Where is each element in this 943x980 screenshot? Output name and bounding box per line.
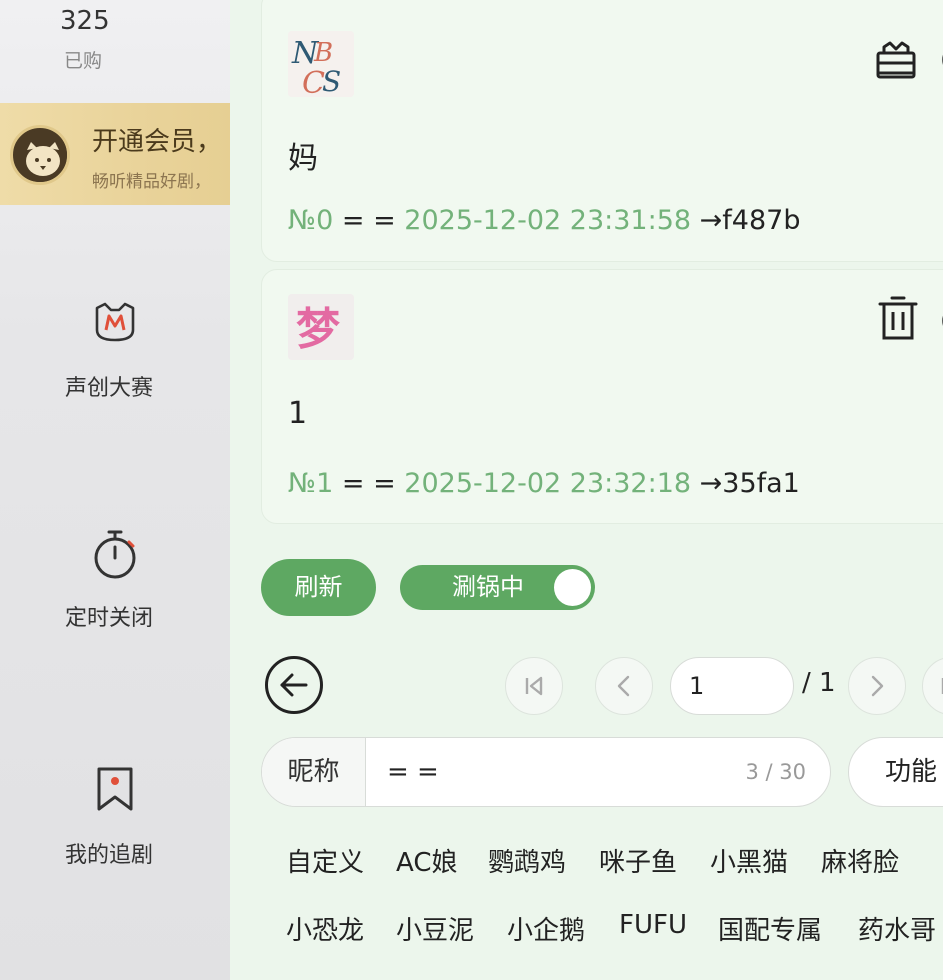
chevron-right-icon [871,675,884,697]
message-time: 2025-12-02 23:32:18 [404,468,692,499]
cat-m-icon [95,302,135,342]
vip-banner[interactable]: 开通会员， 畅听精品好剧， [0,103,230,205]
message-card: 梦 g 1 №1 = = 2025-12-02 23:32:18 →35fa1 [261,269,943,524]
voice-option[interactable]: 麻将脸 [821,842,899,879]
message-index: №0 [288,205,334,236]
vip-title: 开通会员， [92,127,223,157]
prev-page-button[interactable] [595,657,653,715]
message-meta: №0 = = 2025-12-02 23:31:58 →f487b [288,205,800,236]
first-page-icon [525,676,543,696]
trash-icon[interactable] [876,296,920,340]
sidebar-item-label: 声创大赛 [65,376,154,401]
last-page-button[interactable] [922,657,943,715]
message-hash: →f487b [699,205,801,236]
vip-subtitle: 畅听精品好剧， [92,172,211,192]
back-button[interactable] [265,656,323,714]
danmaku-panel: N B C S g 妈 №0 = = 2025-12-02 23:31:58 →… [230,0,943,980]
message-text: 妈 [288,141,318,176]
nickname-field[interactable]: 昵称 = = 3 / 30 [261,737,831,807]
sidebar-item-timer[interactable]: 定时关闭 [0,528,230,632]
purchased-label: 已购 [64,50,103,72]
chevron-left-icon [617,675,630,697]
message-sender: = = [341,205,396,236]
sidebar-item-contest[interactable]: 声创大赛 [0,298,230,402]
voice-option[interactable]: 小豆泥 [396,910,474,947]
message-text: 1 [288,396,308,431]
page-input[interactable]: 1 [670,657,794,715]
voice-option[interactable]: FUFU [619,910,687,940]
message-meta: №1 = = 2025-12-02 23:32:18 →35fa1 [288,468,800,499]
refresh-button[interactable]: 刷新 [261,559,376,616]
toggle-knob [554,569,591,606]
toggle-switch[interactable]: 涮锅中 [400,565,595,610]
meng-avatar-icon: 梦 [288,294,354,360]
sidebar: 325 已购 开通会员， 畅听精品好剧， 声创大赛 定时关闭 我的追剧 [0,0,230,980]
voice-option[interactable]: 鹦鹉鸡 [488,842,566,879]
last-page-icon [941,678,943,694]
sidebar-item-following[interactable]: 我的追剧 [0,765,230,869]
nickname-char-count: 3 / 30 [745,760,806,784]
page-total: / 1 [802,668,836,698]
nickname-label: 昵称 [262,738,366,806]
voice-option[interactable]: 小企鹅 [507,910,585,947]
svg-text:S: S [322,65,341,97]
gift-icon[interactable] [874,37,918,81]
message-hash: →35fa1 [699,468,800,499]
voice-option[interactable]: AC娘 [396,842,457,879]
svg-text:B: B [313,38,333,68]
nbcs-avatar-icon: N B C S [288,31,354,97]
next-page-button[interactable] [848,657,906,715]
arrow-left-icon [280,673,308,697]
nickname-input[interactable]: = = [387,738,439,806]
timer-icon [94,530,136,579]
purchased-count: 325 [60,6,110,36]
message-index: №1 [288,468,334,499]
bookmark-icon [97,767,133,811]
message-sender: = = [341,468,396,499]
function-button[interactable]: 功能 [848,737,943,807]
voice-option[interactable]: 小黑猫 [710,842,788,879]
toggle-label: 涮锅中 [452,573,524,601]
voice-option[interactable]: 国配专属 [718,910,822,947]
voice-option[interactable]: 药水哥 [858,910,936,947]
sidebar-item-label: 定时关闭 [65,606,154,631]
voice-option[interactable]: 咪子鱼 [599,842,677,879]
message-card: N B C S g 妈 №0 = = 2025-12-02 23:31:58 →… [261,0,943,262]
first-page-button[interactable] [505,657,563,715]
message-time: 2025-12-02 23:31:58 [404,205,692,236]
svg-text:梦: 梦 [296,304,340,355]
voice-option[interactable]: 小恐龙 [286,910,364,947]
lion-avatar-icon [10,125,70,185]
sidebar-item-label: 我的追剧 [65,843,154,868]
voice-option[interactable]: 自定义 [286,842,364,879]
